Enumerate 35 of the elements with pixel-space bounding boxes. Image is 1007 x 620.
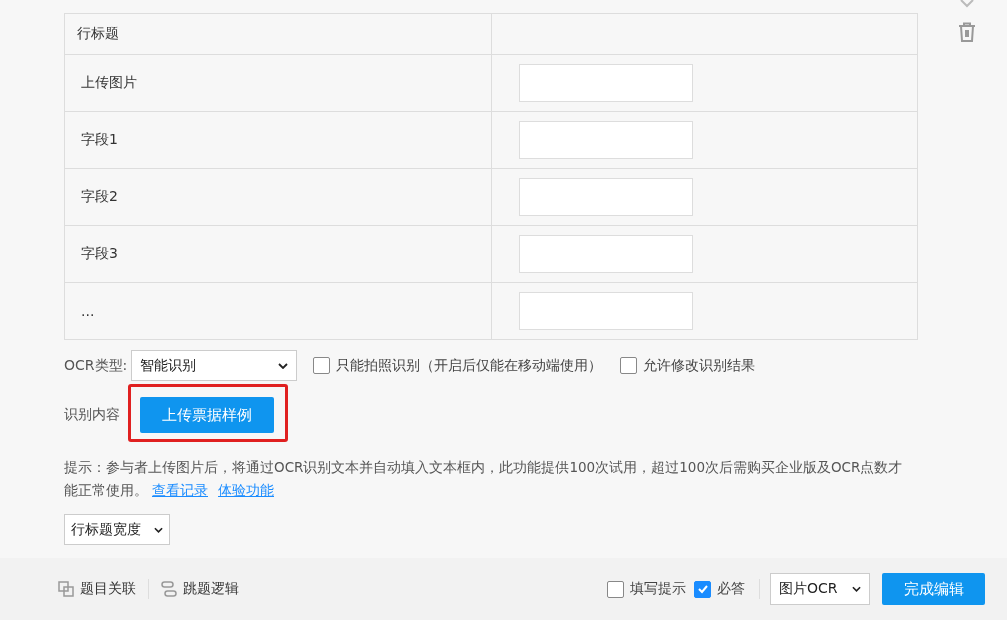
table-cell: ... — [65, 283, 492, 339]
checkbox[interactable] — [620, 357, 638, 374]
chevron-down-icon[interactable] — [958, 0, 975, 8]
caret-icon — [852, 586, 861, 592]
field-label: 识别内容 — [64, 406, 120, 424]
hint-text: 提示：参与者上传图片后，将通过OCR识别文本并自动填入文本框内，此功能提供100次试用，超过100次后需购买企业版及OCR点数才能正常使用。 查看记录 体验功能 — [64, 458, 904, 500]
table-cell: 上传图片 — [65, 55, 492, 111]
table-header-cell: 行标题 — [65, 14, 492, 54]
checkbox[interactable] — [607, 580, 624, 598]
checkbox-label: 只能拍照识别（开启后仅能在移动端使用） — [336, 356, 603, 375]
checkbox-label: 填写提示 — [630, 580, 686, 598]
checkbox[interactable] — [694, 580, 711, 598]
table-cell: 字段3 — [65, 226, 492, 282]
input-field[interactable] — [519, 292, 693, 330]
input-field[interactable] — [519, 121, 693, 159]
caret-icon — [154, 526, 163, 533]
toolbar-button[interactable]: 题目关联 — [52, 580, 142, 598]
toolbar-button[interactable]: 跳题逻辑 — [155, 580, 245, 598]
input-field[interactable] — [519, 235, 693, 273]
input-field[interactable] — [519, 178, 693, 216]
ocr-type-select[interactable]: 智能识别 — [131, 350, 298, 381]
width-select[interactable]: 行标题宽度 — [64, 514, 170, 545]
question-type-select[interactable]: 图片OCR — [770, 573, 870, 605]
checkbox[interactable] — [313, 357, 331, 374]
field-label: OCR类型: — [64, 356, 128, 375]
check-icon — [696, 583, 709, 595]
caret-icon — [278, 362, 289, 369]
input-field[interactable] — [519, 64, 693, 102]
checkbox-label: 允许修改识别结果 — [643, 356, 756, 375]
table-cell: 字段2 — [65, 169, 492, 225]
branch-icon — [161, 581, 177, 597]
trash-icon[interactable] — [957, 22, 976, 42]
linked-squares-icon — [58, 581, 74, 597]
table-cell: 字段1 — [65, 112, 492, 168]
checkbox-label: 必答 — [717, 580, 745, 598]
